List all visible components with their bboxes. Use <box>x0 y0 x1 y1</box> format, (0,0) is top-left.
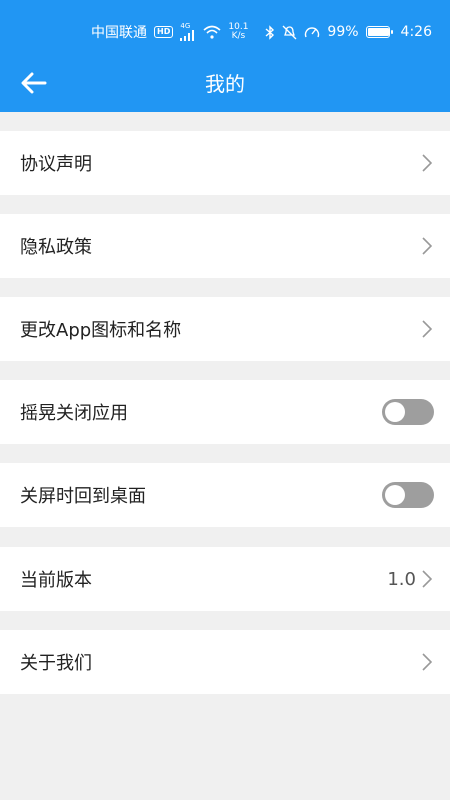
settings-item-agreement[interactable]: 协议声明 <box>0 131 450 195</box>
signal-icon: 4G <box>180 23 196 41</box>
settings-item-label: 当前版本 <box>20 570 92 591</box>
battery-percent: 99% <box>327 24 359 40</box>
wifi-icon <box>203 25 221 39</box>
app-header: 中国联通 HD 4G 10.1 K/s 99% 4:26 我的 <box>0 0 450 112</box>
network-speed: 10.1 K/s <box>228 23 248 41</box>
toggle-knob <box>385 402 405 422</box>
settings-item-label: 关于我们 <box>20 653 92 674</box>
chevron-right-icon <box>420 569 434 589</box>
settings-item-shake-close: 摇晃关闭应用 <box>0 380 450 444</box>
chevron-right-icon <box>420 319 434 339</box>
speed-unit: K/s <box>231 31 246 41</box>
chevron-right-icon <box>420 236 434 256</box>
clock: 4:26 <box>400 24 432 40</box>
battery-level <box>367 28 390 36</box>
hd-badge: HD <box>154 26 174 38</box>
app-bar: 我的 <box>0 64 450 112</box>
settings-item-about[interactable]: 关于我们 <box>0 630 450 694</box>
version-value: 1.0 <box>387 568 416 590</box>
settings-item-label: 关屏时回到桌面 <box>20 486 146 507</box>
speedometer-icon <box>304 25 320 40</box>
settings-item-label: 协议声明 <box>20 154 92 175</box>
settings-item-version[interactable]: 当前版本 1.0 <box>0 547 450 611</box>
battery-icon <box>365 26 393 38</box>
chevron-right-icon <box>420 153 434 173</box>
settings-item-privacy[interactable]: 隐私政策 <box>0 214 450 278</box>
screen-off-home-toggle[interactable] <box>382 482 434 508</box>
bluetooth-icon <box>265 24 275 40</box>
shake-close-toggle[interactable] <box>382 399 434 425</box>
settings-item-screen-off-home: 关屏时回到桌面 <box>0 463 450 527</box>
page-title: 我的 <box>205 72 245 96</box>
toggle-knob <box>385 485 405 505</box>
settings-item-label: 摇晃关闭应用 <box>20 403 128 424</box>
status-bar: 中国联通 HD 4G 10.1 K/s 99% 4:26 <box>0 0 450 64</box>
chevron-right-icon <box>420 652 434 672</box>
settings-item-label: 隐私政策 <box>20 237 92 258</box>
mute-icon <box>282 25 297 40</box>
settings-item-label: 更改App图标和名称 <box>20 320 182 341</box>
network-type: 4G <box>180 22 191 30</box>
carrier-name: 中国联通 <box>91 25 148 41</box>
settings-item-change-icon[interactable]: 更改App图标和名称 <box>0 297 450 361</box>
